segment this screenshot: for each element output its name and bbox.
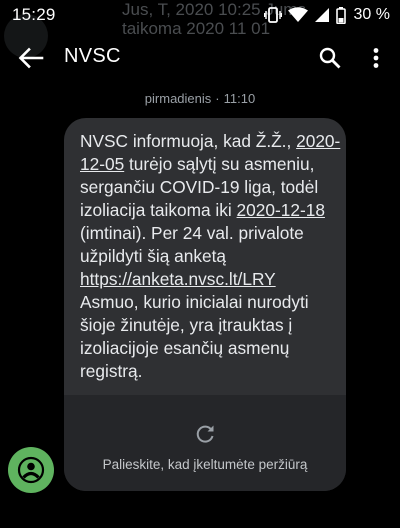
more-options-button[interactable] [366,46,386,70]
separator-dot: · [215,91,220,106]
wifi-icon [287,7,308,22]
contact-avatar[interactable] [8,447,54,493]
app-bar: NVSC [0,38,400,78]
battery-icon [335,6,346,24]
date-link[interactable]: 2020-12-18 [237,200,325,220]
link-preview[interactable]: Palieskite, kad įkeltumėte peržiūrą [64,395,346,491]
preview-label: Palieskite, kad įkeltumėte peržiūrą [102,457,308,472]
status-time: 15:29 [12,5,56,24]
date-time: 11:10 [223,91,256,106]
message-bubble[interactable]: NVSC informuoja, kad Ž.Ž., 2020-12-05 tu… [64,118,346,491]
signal-icon [314,8,329,22]
message-part: NVSC informuoja, kad Ž.Ž., [80,131,297,151]
search-icon [319,47,341,69]
refresh-icon [196,425,214,443]
more-vert-icon [373,48,379,68]
search-button[interactable] [318,46,342,70]
date-separator: pirmadienis · 11:10 [0,91,400,106]
vibrate-icon [263,7,282,23]
messages-screen: Jus, T, 2020 10:25 Jums taikoma 2020 11 … [0,0,400,528]
date-day: pirmadienis [144,91,212,106]
survey-link[interactable]: https://anketa.nvsc.lt/LRY [80,269,276,289]
person-icon [17,456,45,484]
message-text: NVSC informuoja, kad Ž.Ž., 2020-12-05 tu… [80,130,342,383]
status-bar: Jus, T, 2020 10:25 Jums taikoma 2020 11 … [0,0,400,58]
arrow-left-icon [18,47,44,69]
battery-percent: 30 % [353,6,390,23]
back-button[interactable] [18,46,44,70]
message-part: Asmuo, kurio inicialai nurodyti šioje ži… [80,292,309,381]
conversation-title: NVSC [64,45,121,67]
status-icons: 30 % [263,5,390,25]
